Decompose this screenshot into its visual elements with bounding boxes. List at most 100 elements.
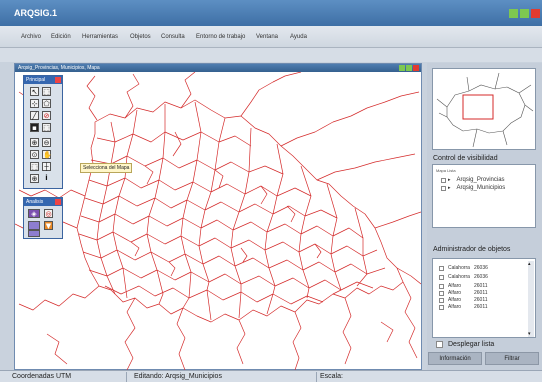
menu-ayuda[interactable]: Ayuda <box>290 34 307 40</box>
report-icon[interactable] <box>28 230 40 237</box>
scroll-up-icon[interactable]: ▴ <box>528 261 531 267</box>
select-line-icon[interactable]: ╱ <box>30 111 39 120</box>
menu-ventana[interactable]: Ventana <box>256 34 278 40</box>
close-icon[interactable] <box>55 77 61 83</box>
status-scale: Escala: <box>320 373 343 380</box>
object-name: Calahorra <box>448 265 470 271</box>
map-canvas[interactable] <box>15 72 421 370</box>
layer-label: Arqsig_Provincias <box>456 177 505 183</box>
info-icon[interactable]: i <box>42 174 51 183</box>
window-controls <box>509 9 540 18</box>
select-box-icon[interactable]: ⬚ <box>42 87 51 96</box>
filtrar-button[interactable]: Filtrar <box>485 352 539 365</box>
palette-principal-header: Principal <box>24 76 62 84</box>
select-arrow-icon[interactable]: ↖ <box>30 87 39 96</box>
objects-list[interactable]: Calahorra 26036 Calahorra 26036 Alfaro 2601… <box>432 258 536 338</box>
list-item[interactable]: Calahorra 26036 <box>439 274 488 280</box>
map-window-header: Arqsig_Provincias, Municipios, Mapa <box>15 64 421 72</box>
object-code: 26036 <box>474 265 488 271</box>
status-divider <box>316 372 317 382</box>
menu-archivo[interactable]: Archivo <box>21 34 41 40</box>
object-name: Alfaro <box>448 304 462 310</box>
toolbar-strip <box>0 48 542 62</box>
palette-principal-title: Principal <box>26 77 46 83</box>
expand-icon[interactable]: ▸ <box>448 177 451 183</box>
close-icon[interactable] <box>531 9 540 18</box>
map-window-title: Arqsig_Provincias, Municipios, Mapa <box>18 65 100 71</box>
map-window-controls <box>399 65 419 71</box>
layer-item[interactable]: ▸ Arqsig_Municipios <box>441 185 505 191</box>
maximize-icon[interactable] <box>520 9 529 18</box>
viewport-rectangle <box>462 94 494 120</box>
list-item[interactable]: Alfaro 26011 <box>439 304 488 310</box>
layer-item[interactable]: ▸ Arqsig_Provincias <box>441 177 505 183</box>
status-editing: Editando: Arqsig_Municipios <box>134 373 222 380</box>
list-item[interactable]: Alfaro 26011 <box>439 297 488 303</box>
layer-checkbox[interactable] <box>441 185 446 191</box>
list-item[interactable]: Alfaro 26011 <box>439 290 488 296</box>
globe-icon[interactable]: ⊕ <box>30 174 39 183</box>
select-point-icon[interactable]: ⊹ <box>30 99 39 108</box>
title-bar: ARQSIG.1 <box>0 0 542 26</box>
pan-icon[interactable]: ✋ <box>42 150 52 159</box>
menu-bar: Archivo Edición Herramientas Objetos Con… <box>0 26 542 48</box>
desplegar-option[interactable]: Desplegar lista <box>436 341 494 348</box>
object-name: Alfaro <box>448 297 462 303</box>
menu-consulta[interactable]: Consulta <box>161 34 185 40</box>
row-checkbox[interactable] <box>439 297 444 303</box>
palette-analisis: Analisis ◈ ◎ ▼ <box>23 197 63 239</box>
select-polygon-icon[interactable]: ⬠ <box>42 99 51 108</box>
buffer-icon[interactable]: ◎ <box>44 209 53 218</box>
map-window[interactable]: Arqsig_Provincias, Municipios, Mapa <box>14 63 422 370</box>
ruler-icon[interactable]: ┼ <box>42 162 51 171</box>
zoom-in-icon[interactable]: ⊕ <box>30 138 39 147</box>
zoom-box-icon[interactable]: ⬚ <box>30 162 39 171</box>
filter-icon[interactable]: ▼ <box>44 221 53 230</box>
objects-title: Administrador de objetos <box>433 246 511 253</box>
no-select-icon[interactable]: ⊘ <box>42 111 51 120</box>
list-item[interactable]: Calahorra 26036 <box>439 265 488 271</box>
visibility-panel: Mapa Lista ▸ Arqsig_Provincias ▸ Arqsig_… <box>432 164 536 228</box>
app-title: ARQSIG.1 <box>14 8 58 18</box>
object-code: 26011 <box>474 304 488 310</box>
row-checkbox[interactable] <box>439 265 444 271</box>
select-layer-icon[interactable]: ▪ <box>30 123 39 132</box>
row-checkbox[interactable] <box>439 283 444 289</box>
palette-analisis-header: Analisis <box>24 198 62 206</box>
scrollbar[interactable]: ▴ ▾ <box>528 261 534 337</box>
close-icon[interactable] <box>413 65 419 71</box>
minimize-icon[interactable] <box>509 9 518 18</box>
zoom-out-icon[interactable]: ⊖ <box>42 138 51 147</box>
palette-principal: Principal ↖ ⬚ ⊹ ⬠ ╱ ⊘ ▪ ⬚ ⊕ ⊖ ⊙ ✋ ⬚ ┼ ⊕ … <box>23 75 63 189</box>
minimize-icon[interactable] <box>399 65 405 71</box>
close-icon[interactable] <box>55 199 61 205</box>
status-divider <box>126 372 127 382</box>
overview-map[interactable] <box>432 68 536 150</box>
overview-canvas <box>436 72 534 148</box>
expand-icon[interactable]: ▸ <box>448 185 451 191</box>
table-icon[interactable] <box>28 221 40 230</box>
menu-objetos[interactable]: Objetos <box>130 34 151 40</box>
maximize-icon[interactable] <box>406 65 412 71</box>
layer-checkbox[interactable] <box>441 177 446 183</box>
row-checkbox[interactable] <box>439 304 444 310</box>
object-name: Alfaro <box>448 290 462 296</box>
status-bar: Coordenadas UTM Editando: Arqsig_Municip… <box>0 370 542 382</box>
menu-herramientas[interactable]: Herramientas <box>82 34 118 40</box>
scroll-down-icon[interactable]: ▾ <box>528 331 531 337</box>
tooltip: Selecciona del Mapa <box>80 163 133 173</box>
visibility-caption: Mapa Lista <box>436 168 456 173</box>
select-multi-icon[interactable]: ⬚ <box>42 123 51 132</box>
list-item[interactable]: Alfaro 26011 <box>439 283 488 289</box>
menu-entorno[interactable]: Entorno de trabajo <box>196 34 245 40</box>
palette-analisis-title: Analisis <box>26 199 44 205</box>
informacion-button[interactable]: Información <box>428 352 482 365</box>
row-checkbox[interactable] <box>439 274 444 280</box>
zoom-extent-icon[interactable]: ⊙ <box>30 150 39 159</box>
thematic-map-icon[interactable]: ◈ <box>28 209 40 218</box>
desplegar-checkbox[interactable] <box>436 341 443 348</box>
row-checkbox[interactable] <box>439 290 444 296</box>
object-name: Alfaro <box>448 283 462 289</box>
object-code: 26011 <box>474 297 488 303</box>
menu-edicion[interactable]: Edición <box>51 34 71 40</box>
